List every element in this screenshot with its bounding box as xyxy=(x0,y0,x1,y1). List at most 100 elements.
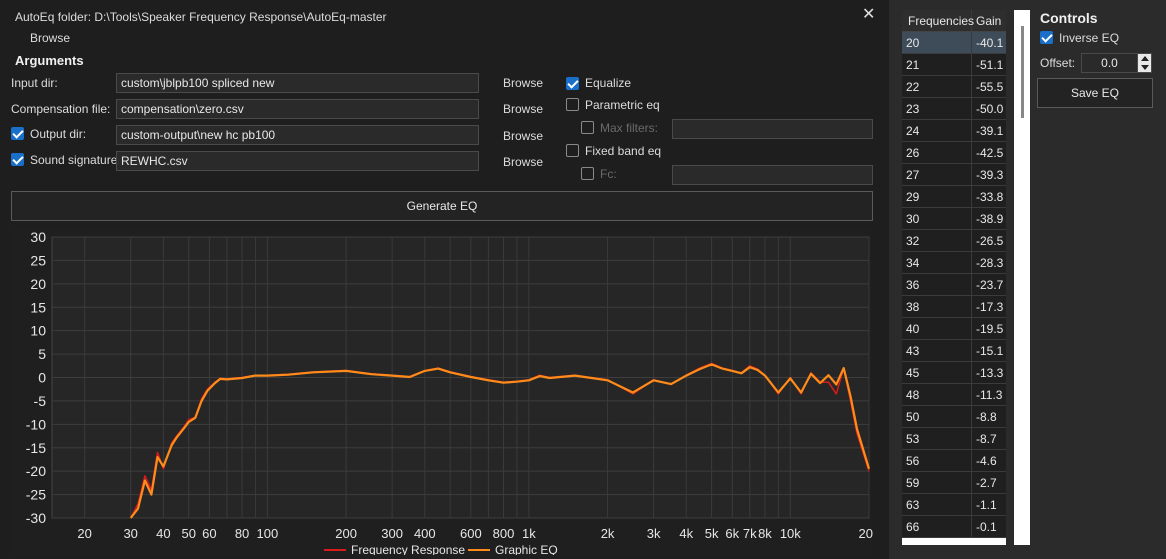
max-filters-field[interactable] xyxy=(672,119,873,139)
frequency-cell[interactable]: 38 xyxy=(902,296,972,317)
save-eq-button[interactable]: Save EQ xyxy=(1037,78,1153,108)
sound-signature-checkbox[interactable] xyxy=(11,153,24,166)
table-row[interactable]: 24 -39.1 xyxy=(902,120,1006,142)
gain-cell[interactable]: -42.5 xyxy=(972,142,1006,163)
table-row[interactable]: 20 -40.1 xyxy=(902,32,1006,54)
parametric-eq-checkbox[interactable] xyxy=(566,98,579,111)
output-dir-browse-button[interactable]: Browse xyxy=(503,129,543,143)
frequency-cell[interactable]: 53 xyxy=(902,428,972,449)
frequency-cell[interactable]: 43 xyxy=(902,340,972,361)
stepper-down-icon[interactable] xyxy=(1141,65,1149,70)
frequency-chart: 30 25 20 15 10 5 0 -5 -10 -15 -20 -25 -30 20 30 40 50 60 8… xyxy=(11,228,880,557)
frequency-cell[interactable]: 56 xyxy=(902,450,972,471)
frequency-cell[interactable]: 50 xyxy=(902,406,972,427)
table-row[interactable]: 23 -50.0 xyxy=(902,98,1006,120)
frequency-cell[interactable]: 32 xyxy=(902,230,972,251)
frequency-cell[interactable]: 66 xyxy=(902,516,972,537)
table-row[interactable]: 29 -33.8 xyxy=(902,186,1006,208)
table-row[interactable]: 59 -2.7 xyxy=(902,472,1006,494)
gain-cell[interactable]: -15.1 xyxy=(972,340,1006,361)
table-row[interactable]: 53 -8.7 xyxy=(902,428,1006,450)
fc-checkbox[interactable] xyxy=(581,167,594,180)
table-row[interactable]: 21 -51.1 xyxy=(902,54,1006,76)
frequency-cell[interactable]: 20 xyxy=(902,32,972,53)
gain-cell[interactable]: -8.8 xyxy=(972,406,1006,427)
table-row[interactable]: 30 -38.9 xyxy=(902,208,1006,230)
gain-cell[interactable]: -28.3 xyxy=(972,252,1006,273)
frequency-cell[interactable]: 59 xyxy=(902,472,972,493)
gain-cell[interactable]: -17.3 xyxy=(972,296,1006,317)
close-icon[interactable]: ✕ xyxy=(862,4,875,24)
scrollbar-thumb[interactable] xyxy=(1021,26,1024,118)
frequency-cell[interactable]: 22 xyxy=(902,76,972,97)
folder-browse-button[interactable]: Browse xyxy=(30,31,70,45)
inverse-eq-checkbox[interactable] xyxy=(1040,31,1053,44)
sound-signature-browse-button[interactable]: Browse xyxy=(503,155,543,169)
gain-cell[interactable]: -23.7 xyxy=(972,274,1006,295)
frequency-cell[interactable]: 63 xyxy=(902,494,972,515)
gain-cell[interactable]: -2.7 xyxy=(972,472,1006,493)
frequencies-header[interactable]: Frequencies xyxy=(902,10,974,31)
input-dir-browse-button[interactable]: Browse xyxy=(503,76,543,90)
compensation-file-field[interactable]: compensation\zero.csv xyxy=(116,99,479,119)
frequency-cell[interactable]: 48 xyxy=(902,384,972,405)
fc-field[interactable] xyxy=(672,165,873,185)
frequency-cell[interactable]: 45 xyxy=(902,362,972,383)
gain-cell[interactable]: -38.9 xyxy=(972,208,1006,229)
gain-cell[interactable]: -13.3 xyxy=(972,362,1006,383)
frequency-cell[interactable]: 23 xyxy=(902,98,972,119)
gain-cell[interactable]: -40.1 xyxy=(972,32,1006,53)
gain-cell[interactable]: -55.5 xyxy=(972,76,1006,97)
frequency-cell[interactable]: 29 xyxy=(902,186,972,207)
max-filters-checkbox[interactable] xyxy=(581,121,594,134)
gain-cell[interactable]: -39.3 xyxy=(972,164,1006,185)
gain-cell[interactable]: -0.1 xyxy=(972,516,1006,537)
table-row[interactable]: 56 -4.6 xyxy=(902,450,1006,472)
table-row[interactable]: 48 -11.3 xyxy=(902,384,1006,406)
table-row[interactable]: 38 -17.3 xyxy=(902,296,1006,318)
table-row[interactable]: 27 -39.3 xyxy=(902,164,1006,186)
frequency-cell[interactable]: 24 xyxy=(902,120,972,141)
equalize-checkbox[interactable] xyxy=(566,77,579,90)
gain-cell[interactable]: -8.7 xyxy=(972,428,1006,449)
table-row[interactable]: 45 -13.3 xyxy=(902,362,1006,384)
offset-input[interactable]: 0.0 xyxy=(1081,53,1138,73)
gain-cell[interactable]: -1.1 xyxy=(972,494,1006,515)
gain-cell[interactable]: -39.1 xyxy=(972,120,1006,141)
table-row[interactable]: 32 -26.5 xyxy=(902,230,1006,252)
gain-cell[interactable]: -51.1 xyxy=(972,54,1006,75)
table-row[interactable]: 36 -23.7 xyxy=(902,274,1006,296)
table-row[interactable]: 40 -19.5 xyxy=(902,318,1006,340)
table-row[interactable]: 50 -8.8 xyxy=(902,406,1006,428)
generate-eq-button[interactable]: Generate EQ xyxy=(11,191,873,221)
frequency-cell[interactable]: 36 xyxy=(902,274,972,295)
output-dir-field[interactable]: custom-output\new hc pb100 xyxy=(116,125,479,145)
table-row[interactable]: 66 -0.1 xyxy=(902,516,1006,538)
table-row[interactable]: 26 -42.5 xyxy=(902,142,1006,164)
gain-cell[interactable]: -19.5 xyxy=(972,318,1006,339)
table-row[interactable]: 43 -15.1 xyxy=(902,340,1006,362)
x-tick-label: 20 xyxy=(77,526,91,541)
gain-cell[interactable]: -4.6 xyxy=(972,450,1006,471)
sound-signature-field[interactable]: REWHC.csv xyxy=(116,151,479,171)
table-row[interactable]: 22 -55.5 xyxy=(902,76,1006,98)
table-row[interactable]: 34 -28.3 xyxy=(902,252,1006,274)
output-dir-checkbox[interactable] xyxy=(11,127,24,140)
frequency-cell[interactable]: 21 xyxy=(902,54,972,75)
gain-cell[interactable]: -26.5 xyxy=(972,230,1006,251)
fixed-band-eq-checkbox[interactable] xyxy=(566,144,579,157)
gain-cell[interactable]: -11.3 xyxy=(972,384,1006,405)
gain-header[interactable]: Gain xyxy=(972,10,1006,31)
offset-stepper[interactable] xyxy=(1137,53,1152,73)
input-dir-field[interactable]: custom\jblpb100 spliced new xyxy=(116,73,479,93)
stepper-up-icon[interactable] xyxy=(1141,56,1149,61)
frequency-cell[interactable]: 30 xyxy=(902,208,972,229)
compensation-browse-button[interactable]: Browse xyxy=(503,102,543,116)
gain-cell[interactable]: -33.8 xyxy=(972,186,1006,207)
frequency-cell[interactable]: 34 xyxy=(902,252,972,273)
table-row[interactable]: 63 -1.1 xyxy=(902,494,1006,516)
gain-cell[interactable]: -50.0 xyxy=(972,98,1006,119)
frequency-cell[interactable]: 40 xyxy=(902,318,972,339)
frequency-cell[interactable]: 26 xyxy=(902,142,972,163)
frequency-cell[interactable]: 27 xyxy=(902,164,972,185)
